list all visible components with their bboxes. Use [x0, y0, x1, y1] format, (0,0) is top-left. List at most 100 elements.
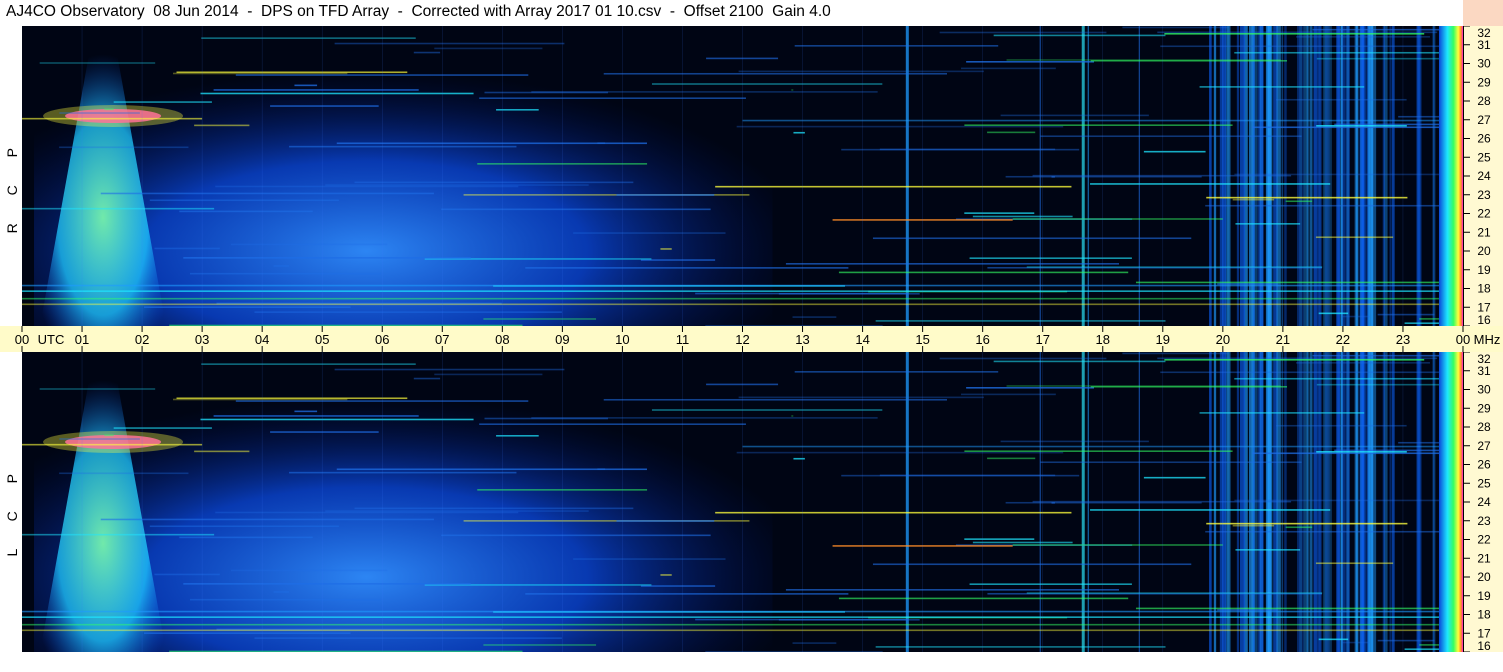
lcp-interference-line — [1276, 424, 1407, 427]
rcp-frequency-axis: 16 17 18 19 20 21 22 23 24 25 26 27 28 29 30 31 32 — [1463, 26, 1503, 326]
lcp-interference-line — [1000, 440, 1149, 443]
lcp-interference-line — [966, 386, 1095, 389]
rcp-interference-line — [22, 117, 203, 120]
rcp-interference-line — [1276, 98, 1407, 101]
rcp-interference-line — [22, 207, 215, 210]
rcp-interference-line — [660, 248, 672, 250]
time-tick-label: 19 — [1156, 332, 1170, 347]
lcp-interference-line — [715, 511, 1072, 514]
rcp-interference-line — [183, 257, 471, 259]
rcp-vertical-streak — [1325, 26, 1330, 326]
rcp-interference-line — [993, 34, 1166, 37]
lcp-interference-line — [1285, 526, 1313, 529]
rcp-interference-line — [792, 316, 837, 318]
rcp-vertical-streak — [1433, 26, 1435, 326]
lcp-interference-line — [230, 569, 388, 572]
lcp-interference-line — [479, 423, 746, 426]
rcp-freq-tick-label: 32 — [1477, 26, 1491, 40]
lcp-interference-line — [1318, 638, 1349, 641]
lcp-interference-line — [1026, 592, 1323, 594]
rcp-interference-line — [215, 185, 519, 188]
time-tick-label: 16 — [975, 332, 989, 347]
lcp-interference-line — [1157, 357, 1438, 360]
lcp-interference-line — [1234, 377, 1463, 380]
lcp-vertical-streak — [1382, 352, 1385, 652]
rcp-interference-line — [176, 71, 408, 74]
time-tick-label: 11 — [676, 332, 690, 347]
lcp-interference-line — [1135, 607, 1463, 610]
lcp-vertical-streak — [1354, 352, 1358, 652]
rcp-interference-line — [1234, 51, 1463, 54]
rcp-interference-line — [715, 185, 1072, 188]
lcp-interference-line — [289, 471, 517, 474]
lcp-frequency-axis-svg: 1617181920212223242526272829303132 — [1463, 352, 1491, 652]
rcp-label-strip: R C P — [0, 26, 22, 326]
lcp-frequency-axis: 16 17 18 19 20 21 22 23 24 25 26 27 28 29 30 31 32 — [1463, 352, 1503, 652]
rcp-interference-line — [738, 70, 984, 73]
time-tick-label: 08 — [495, 332, 509, 347]
lcp-vertical-streak — [1433, 352, 1435, 652]
rcp-interference-line — [1377, 313, 1435, 316]
time-tick-label: 22 — [1336, 332, 1350, 347]
rcp-vertical-streak — [1417, 26, 1422, 326]
rcp-interference-line — [434, 47, 543, 50]
lcp-interference-line — [573, 558, 726, 560]
lcp-burst-halo — [43, 431, 184, 453]
rcp-interference-line — [1160, 45, 1463, 48]
lcp-interference-line — [273, 591, 289, 593]
lcp-interference-line — [179, 536, 313, 539]
lcp-interference-line — [597, 468, 606, 470]
rcp-interference-line — [273, 265, 289, 267]
rcp-interference-line — [972, 215, 1073, 218]
rcp-interference-line — [573, 232, 726, 234]
rcp-vertical-streak — [1310, 26, 1313, 326]
rcp-interference-line — [966, 60, 1095, 63]
lcp-interference-line — [22, 533, 215, 536]
rcp-interference-line — [785, 263, 1120, 265]
lcp-vertical-streak — [1313, 352, 1317, 652]
rcp-vertical-streak — [1299, 26, 1305, 326]
lcp-vertical-streak — [1389, 352, 1392, 652]
rcp-interference-line — [294, 84, 318, 87]
lcp-interference-line — [875, 646, 1166, 648]
time-tick-label: 00 — [1456, 332, 1470, 347]
rcp-interference-line — [706, 57, 779, 60]
time-tick-label: 15 — [915, 332, 929, 347]
rcp-interference-line — [640, 259, 716, 261]
lcp-label-strip: L C P — [0, 352, 22, 652]
lcp-freq-tick-label: 20 — [1477, 570, 1491, 584]
lcp-high-edge — [1438, 352, 1463, 652]
rcp-vertical-streak — [1313, 26, 1317, 326]
rcp-interference-line — [939, 31, 1107, 34]
lcp-interference-line — [441, 534, 711, 537]
rcp-vertical-streak — [1389, 26, 1392, 326]
rcp-vertical-streak — [1297, 26, 1300, 326]
lcp-interference-line — [603, 398, 948, 401]
time-tick-label: 13 — [795, 332, 809, 347]
lcp-interference-line — [972, 541, 1073, 544]
lcp-interference-line — [993, 360, 1166, 363]
rcp-vertical-streak — [1306, 26, 1310, 326]
lcp-vertical-streak — [1371, 352, 1377, 652]
lcp-interference-line — [201, 363, 416, 365]
lcp-freq-tick-label: 23 — [1477, 514, 1491, 528]
rcp-vertical-streak — [1382, 26, 1385, 326]
rcp-interference-line — [190, 272, 381, 275]
lcp-interference-line — [1316, 450, 1407, 453]
rcp-freq-tick-label: 20 — [1477, 244, 1491, 258]
rcp-interference-line — [1206, 196, 1408, 199]
rcp-freq-tick-label: 21 — [1477, 225, 1491, 239]
lcp-vertical-streak — [1310, 352, 1313, 652]
lcp-interference-line — [213, 415, 419, 417]
rcp-interference-line — [1217, 283, 1278, 285]
rcp-interference-line — [1199, 86, 1365, 88]
rcp-interference-line — [104, 108, 114, 111]
lcp-interference-line — [736, 451, 1064, 454]
lcp-interference-line — [183, 583, 471, 585]
rcp-interference-line — [149, 199, 339, 202]
rcp-interference-line — [791, 89, 794, 91]
lcp-interference-line — [1217, 609, 1278, 611]
time-tick-label: 01 — [75, 332, 89, 347]
lcp-interference-line — [961, 393, 1056, 396]
rcp-interference-line — [289, 145, 517, 148]
